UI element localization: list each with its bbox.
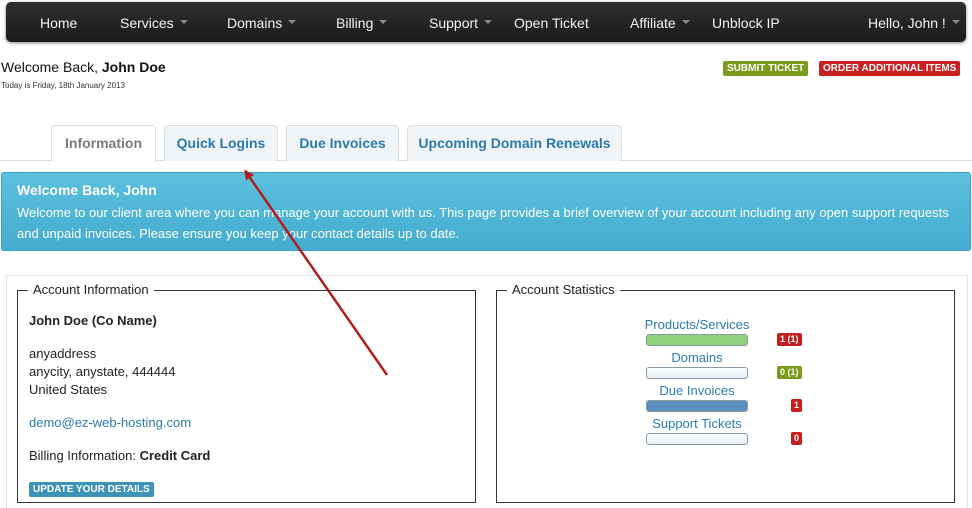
tab-information[interactable]: Information: [51, 125, 156, 162]
chevron-down-icon: [288, 20, 297, 25]
billing-label: Billing Information:: [29, 448, 136, 463]
stat-bar-fill: [647, 401, 747, 411]
chevron-down-icon: [681, 20, 690, 25]
chevron-down-icon: [179, 20, 188, 25]
address-line-2: anycity, anystate, 444444: [29, 364, 176, 379]
nav-domains-label: Domains: [227, 15, 283, 31]
stat-products-services-bar: [646, 334, 748, 346]
welcome-alert: Welcome Back, John Welcome to our client…: [1, 172, 971, 251]
order-additional-items-button[interactable]: ORDER ADDITIONAL ITEMS: [819, 61, 961, 76]
billing-value: Credit Card: [139, 448, 211, 463]
stat-domains-bar: [646, 367, 748, 379]
tab-quick-logins[interactable]: Quick Logins: [164, 125, 278, 161]
stat-due-invoices-badge: 1: [791, 399, 803, 412]
stat-domains-badge: 0 (1): [777, 366, 802, 379]
nav-billing[interactable]: Billing: [336, 2, 388, 42]
update-your-details-button[interactable]: UPDATE YOUR DETAILS: [29, 482, 154, 497]
nav-home-label: Home: [40, 15, 78, 31]
date-text: Today is Friday, 18th January 2013: [1, 81, 125, 90]
nav-domains[interactable]: Domains: [227, 2, 297, 42]
chevron-down-icon: [484, 20, 493, 25]
stat-support-tickets-badge: 0: [791, 432, 803, 445]
nav-support-label: Support: [429, 15, 479, 31]
nav-home[interactable]: Home: [40, 2, 77, 42]
tab-upcoming-domain-renewals[interactable]: Upcoming Domain Renewals: [407, 125, 622, 161]
account-email-link[interactable]: demo@ez-web-hosting.com: [29, 415, 191, 430]
welcome-user-name: John Doe: [101, 59, 166, 75]
stat-due-invoices-bar: [646, 400, 748, 412]
welcome-prefix: Welcome Back,: [1, 59, 98, 75]
alert-title: Welcome Back, John: [17, 182, 157, 198]
nav-user-menu-label: Hello, John !: [868, 15, 946, 31]
top-navbar: Home Services Domains Billing Support Op…: [6, 2, 966, 42]
submit-ticket-button[interactable]: SUBMIT TICKET: [723, 61, 809, 76]
billing-information: Billing Information: Credit Card: [29, 448, 210, 463]
nav-user-menu[interactable]: Hello, John !: [868, 2, 960, 42]
nav-unblock-ip-label: Unblock IP: [712, 15, 780, 31]
account-statistics-legend: Account Statistics: [507, 282, 620, 297]
nav-affiliate-label: Affiliate: [630, 15, 676, 31]
account-information-panel: Account Information John Doe (Co Name) a…: [17, 282, 476, 503]
stat-support-tickets-link[interactable]: Support Tickets: [637, 416, 757, 431]
account-statistics-panel: Account Statistics Products/Services 1 (…: [496, 282, 955, 503]
alert-text: Welcome to our client area where you can…: [17, 205, 949, 241]
nav-open-ticket[interactable]: Open Ticket: [514, 2, 589, 42]
stat-bar-fill: [647, 335, 747, 345]
address-line-1: anyaddress: [29, 346, 97, 361]
nav-services[interactable]: Services: [120, 2, 188, 42]
stat-due-invoices-link[interactable]: Due Invoices: [637, 383, 757, 398]
nav-services-label: Services: [120, 15, 174, 31]
tab-due-invoices[interactable]: Due Invoices: [286, 125, 399, 161]
welcome-heading: Welcome Back, John Doe: [1, 59, 166, 75]
nav-open-ticket-label: Open Ticket: [514, 15, 589, 31]
account-address: anyaddress anycity, anystate, 444444 Uni…: [29, 345, 175, 399]
stat-support-tickets-bar: [646, 433, 748, 445]
account-name: John Doe (Co Name): [29, 313, 157, 328]
stat-domains-link[interactable]: Domains: [637, 350, 757, 365]
stat-products-services-link[interactable]: Products/Services: [637, 317, 757, 332]
address-country: United States: [29, 382, 108, 397]
account-information-legend: Account Information: [28, 282, 154, 297]
chevron-down-icon: [379, 20, 388, 25]
nav-billing-label: Billing: [336, 15, 374, 31]
nav-unblock-ip[interactable]: Unblock IP: [712, 2, 780, 42]
nav-affiliate[interactable]: Affiliate: [630, 2, 690, 42]
nav-support[interactable]: Support: [429, 2, 493, 42]
chevron-down-icon: [951, 20, 960, 25]
stat-products-services-badge: 1 (1): [777, 333, 802, 346]
